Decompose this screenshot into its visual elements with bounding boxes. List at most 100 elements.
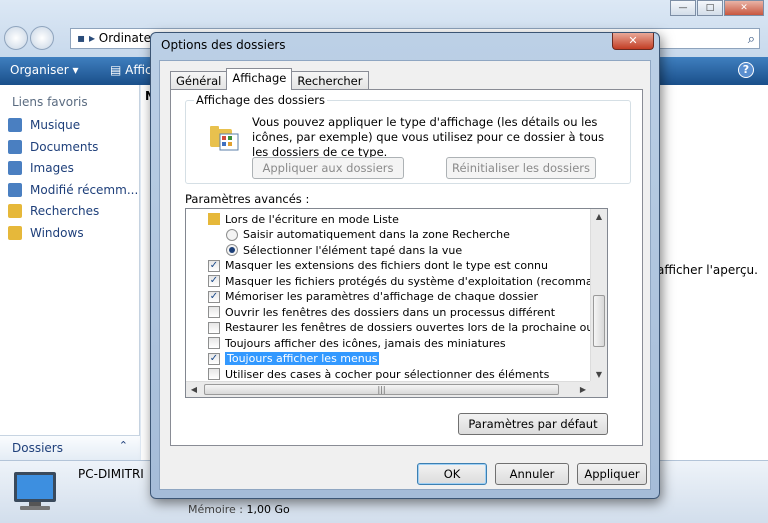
setting-row[interactable]: Toujours afficher des icônes, jamais des… [186, 335, 596, 351]
setting-row[interactable]: ✓ Toujours afficher les menus [186, 351, 596, 367]
sidebar-item[interactable]: Modifié récemm... [8, 180, 138, 200]
radio-button[interactable] [226, 228, 238, 241]
advanced-settings-label: Paramètres avancés : [185, 192, 310, 206]
radio-button[interactable] [226, 244, 238, 256]
back-button[interactable] [4, 26, 28, 50]
folder-view-group: Affichage des dossiers Vous pouvez appli… [185, 93, 631, 184]
scroll-thumb[interactable] [593, 295, 605, 347]
checkbox[interactable]: ✓ [208, 275, 220, 287]
preview-text: afficher l'aperçu. [657, 263, 758, 277]
vertical-scrollbar[interactable]: ▲ ▼ [590, 209, 607, 383]
hscroll-thumb[interactable]: ||| [204, 384, 559, 395]
sidebar-item[interactable]: Windows [8, 223, 84, 243]
dialog-title: Options des dossiers [161, 38, 286, 52]
setting-row[interactable]: Utiliser des cases à cocher pour sélecti… [186, 366, 596, 382]
sidebar-item[interactable]: Recherches [8, 201, 99, 221]
folder-view-description: Vous pouvez appliquer le type d'affichag… [252, 115, 605, 159]
reset-folders-button[interactable]: Réinitialiser les dossiers [446, 157, 596, 179]
folder-icon [8, 225, 22, 240]
folders-toggle[interactable]: Dossiers ⌃ [0, 435, 140, 460]
ok-button[interactable]: OK [417, 463, 487, 485]
views-icon: ▤ [110, 63, 126, 77]
setting-row[interactable]: Ouvrir les fenêtres des dossiers dans un… [186, 304, 596, 320]
music-folder-icon [8, 118, 22, 132]
setting-row[interactable]: ✓ Masquer les fichiers protégés du systèm… [186, 273, 607, 289]
scroll-left-icon[interactable]: ◀ [186, 382, 202, 397]
search-folder-icon [8, 204, 22, 218]
help-icon[interactable]: ? [738, 62, 754, 78]
setting-label: Restaurer les fenêtres de dossiers ouver… [225, 321, 607, 334]
setting-row[interactable]: Lors de l'écriture en mode Liste [186, 211, 596, 227]
apply-to-folders-button[interactable]: Appliquer aux dossiers [252, 157, 404, 179]
dialog-close-button[interactable]: ✕ [612, 33, 654, 50]
folder-icon [208, 213, 220, 225]
setting-label: Masquer les fichiers protégés du système… [225, 274, 608, 288]
chevron-up-icon: ⌃ [118, 439, 128, 452]
setting-label: Mémoriser les paramètres d'affichage de … [225, 290, 539, 303]
horizontal-scrollbar[interactable]: ◀ ||| ▶ [186, 381, 591, 397]
address-text: Ordinate [98, 31, 151, 45]
checkbox[interactable]: ✓ [208, 259, 220, 272]
setting-label: Sélectionner l'élément tapé dans la vue [243, 243, 463, 257]
cancel-button[interactable]: Annuler [495, 463, 569, 485]
scroll-right-icon[interactable]: ▶ [575, 382, 591, 397]
setting-label: Toujours afficher des icônes, jamais des… [225, 336, 506, 350]
checkbox[interactable]: ✓ [208, 352, 220, 365]
setting-row[interactable]: ✓ Masquer les extensions des fichiers don… [186, 258, 596, 274]
checkbox[interactable] [208, 321, 220, 334]
sidebar-item[interactable]: Images [8, 158, 74, 178]
tab-search[interactable]: Rechercher [291, 71, 369, 90]
sidebar-item-label: Modifié récemm... [30, 182, 139, 197]
organize-menu[interactable]: Organiser ▾ [10, 63, 79, 77]
checkbox[interactable] [208, 337, 220, 349]
computer-icon [14, 472, 56, 510]
sidebar-item-label: Recherches [30, 204, 100, 218]
apply-button[interactable]: Appliquer [577, 463, 647, 485]
folder-options-dialog: Options des dossiers ✕ Général Affichage… [150, 32, 660, 499]
documents-folder-icon [8, 139, 22, 154]
close-window-button[interactable]: ✕ [724, 0, 764, 16]
sidebar-item[interactable]: Musique [8, 115, 80, 135]
forward-button[interactable] [30, 26, 54, 50]
folder-view-icon [210, 126, 239, 151]
setting-row[interactable]: Sélectionner l'élément tapé dans la vue [186, 242, 596, 258]
navigation-pane: Liens favoris Musique Documents Images Modi… [0, 85, 140, 460]
sidebar-item-label: Windows [30, 225, 84, 240]
scroll-corner [590, 381, 607, 397]
sidebar-item-label: Documents [30, 139, 99, 154]
maximize-button[interactable]: □ [697, 0, 723, 16]
images-folder-icon [8, 161, 22, 175]
group-title: Affichage des dossiers [194, 93, 328, 107]
advanced-settings-list[interactable]: Lors de l'écriture en mode Liste Saisir a… [185, 208, 608, 398]
checkbox[interactable] [208, 306, 220, 318]
memory-info: Mémoire : 1,00 Go [188, 503, 290, 516]
setting-row[interactable]: ✓ Mémoriser les paramètres d'affichage de… [186, 289, 596, 305]
setting-label: Utiliser des cases à cocher pour sélecti… [225, 367, 550, 381]
checkbox[interactable] [208, 368, 220, 380]
computer-name: PC-DIMITRI [78, 467, 144, 481]
minimize-button[interactable]: — [670, 0, 696, 16]
dialog-client: Général Affichage Rechercher Affichage d… [159, 60, 651, 490]
window-controls: — □ ✕ [669, 0, 764, 16]
search-icon[interactable]: ⌕ [748, 30, 755, 49]
sidebar-item-label: Musique [30, 118, 81, 132]
restore-defaults-button[interactable]: Paramètres par défaut [458, 413, 608, 435]
sidebar-item-label: Images [30, 161, 74, 175]
tab-display[interactable]: Affichage [226, 68, 293, 90]
setting-label: Toujours afficher les menus [225, 352, 380, 365]
checkbox[interactable]: ✓ [208, 290, 220, 303]
sidebar-item[interactable]: Documents [8, 137, 98, 157]
setting-label: Lors de l'écriture en mode Liste [225, 212, 399, 226]
scroll-up-icon[interactable]: ▲ [591, 209, 607, 225]
tab-strip: Général Affichage Rechercher [170, 68, 369, 90]
tab-panel: Affichage des dossiers Vous pouvez appli… [170, 89, 643, 446]
tab-general[interactable]: Général [170, 71, 228, 90]
setting-label: Saisir automatiquement dans la zone Rech… [243, 228, 510, 241]
recent-folder-icon [8, 182, 22, 197]
setting-label: Masquer les extensions des fichiers dont… [225, 259, 548, 272]
setting-row[interactable]: Saisir automatiquement dans la zone Rech… [186, 227, 596, 243]
setting-row[interactable]: Restaurer les fenêtres de dossiers ouver… [186, 320, 607, 336]
favorites-header: Liens favoris [12, 95, 88, 109]
computer-icon: ▪ ▸ [77, 31, 99, 45]
display-menu[interactable]: ▤ Affic [110, 63, 152, 77]
